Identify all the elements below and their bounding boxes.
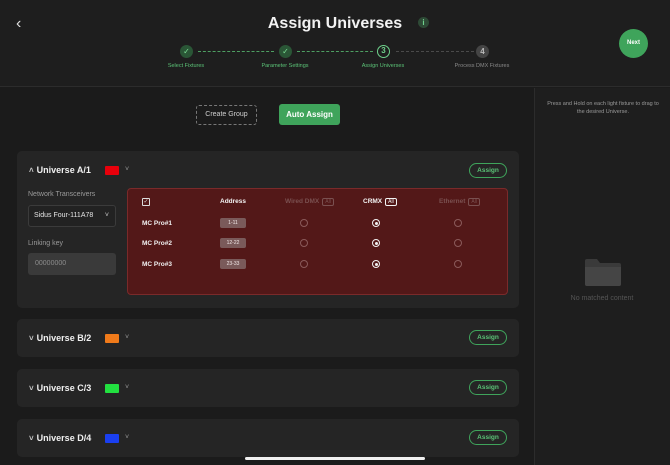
universe-d-color-swatch[interactable] [105, 434, 119, 443]
fixture-name: MC Pro#3 [142, 261, 172, 268]
wired-dmx-radio[interactable] [300, 239, 308, 247]
chevron-down-icon[interactable]: ˅ [125, 166, 129, 173]
ethernet-all-toggle[interactable]: All [468, 198, 480, 206]
universe-d-name: Universe D/4 [36, 433, 92, 443]
step-2-check-icon: ✓ [279, 45, 292, 58]
ethernet-header: Ethernet All [439, 198, 480, 206]
ethernet-label: Ethernet [439, 198, 466, 205]
universe-c-title[interactable]: ˅ Universe C/3 [29, 383, 91, 393]
fixture-table: ✓ Address Wired DMX All CRMX All Ethernet A… [127, 188, 508, 295]
chevron-down-icon[interactable]: ˅ [29, 334, 34, 343]
step-label: Assign Universes [361, 63, 405, 69]
top-bar: ‹ Assign Universes i Next ✓ ✓ 3 4 Select… [0, 0, 670, 87]
linking-key-input[interactable]: 00000000 [28, 253, 116, 275]
fixture-name: MC Pro#1 [142, 220, 172, 227]
create-group-button[interactable]: Create Group [196, 105, 257, 125]
wired-dmx-radio[interactable] [300, 260, 308, 268]
chevron-down-icon: ˅ [104, 212, 109, 219]
ethernet-radio[interactable] [454, 260, 462, 268]
auto-assign-button[interactable]: Auto Assign [279, 104, 340, 125]
universe-a-assign-button[interactable]: Assign [469, 163, 507, 178]
crmx-all-toggle[interactable]: All [385, 198, 397, 206]
step-connector [297, 51, 373, 52]
network-transceiver-select[interactable]: Sidus Four-111A78 ˅ [28, 205, 116, 227]
wired-dmx-label: Wired DMX [285, 198, 320, 205]
network-transceiver-value: Sidus Four-111A78 [34, 212, 94, 219]
chevron-down-icon[interactable]: ˅ [125, 384, 129, 391]
universe-c-color-swatch[interactable] [105, 384, 119, 393]
chevron-down-icon[interactable]: ˅ [29, 384, 34, 393]
crmx-header: CRMX All [363, 198, 397, 206]
fixture-address-badge: 23-33 [220, 259, 246, 269]
wired-dmx-all-toggle[interactable]: All [322, 198, 334, 206]
step-connector [198, 51, 274, 52]
folder-icon [585, 259, 621, 286]
chevron-down-icon[interactable]: ˅ [125, 434, 129, 441]
universe-a-name: Universe A/1 [36, 165, 91, 175]
universe-c-assign-button[interactable]: Assign [469, 380, 507, 395]
crmx-label: CRMX [363, 198, 383, 205]
universe-a-card: ˄ Universe A/1 ˅ Assign Network Transceiv… [17, 151, 519, 308]
universe-d-assign-button[interactable]: Assign [469, 430, 507, 445]
fixture-address-badge: 12-22 [220, 238, 246, 248]
empty-state-text: No matched content [570, 295, 634, 302]
crmx-radio[interactable] [372, 260, 380, 268]
universe-d-title[interactable]: ˅ Universe D/4 [29, 433, 91, 443]
step-label: Process DMX Fixtures [454, 63, 510, 69]
next-button[interactable]: Next [619, 29, 648, 58]
ethernet-radio[interactable] [454, 239, 462, 247]
fixture-address-badge: 1-11 [220, 218, 246, 228]
select-all-checkbox[interactable]: ✓ [142, 198, 150, 206]
step-4-indicator: 4 [476, 45, 489, 58]
wired-dmx-header: Wired DMX All [285, 198, 334, 206]
page-title: Assign Universes [267, 15, 403, 32]
network-transceivers-label: Network Transceivers [28, 191, 96, 198]
universe-c-name: Universe C/3 [36, 383, 92, 393]
universe-b-name: Universe B/2 [36, 333, 92, 343]
universe-b-assign-button[interactable]: Assign [469, 330, 507, 345]
info-icon[interactable]: i [418, 17, 429, 28]
step-connector [396, 51, 474, 52]
wired-dmx-radio[interactable] [300, 219, 308, 227]
crmx-radio[interactable] [372, 219, 380, 227]
step-label: Select Fixtures [167, 63, 205, 69]
chevron-down-icon[interactable]: ˅ [125, 334, 129, 341]
universe-b-card: ˅ Universe B/2 ˅ Assign [17, 319, 519, 357]
crmx-radio[interactable] [372, 239, 380, 247]
universe-d-card: ˅ Universe D/4 ˅ Assign [17, 419, 519, 457]
chevron-down-icon[interactable]: ˅ [29, 434, 34, 443]
step-3-indicator: 3 [377, 45, 390, 58]
universe-a-title[interactable]: ˄ Universe A/1 [29, 165, 91, 175]
drag-hint-text: Press and Hold on each light fixture to … [547, 101, 659, 115]
universe-c-card: ˅ Universe C/3 ˅ Assign [17, 369, 519, 407]
linking-key-label: Linking key [28, 240, 64, 247]
universe-b-color-swatch[interactable] [105, 334, 119, 343]
universe-a-color-swatch[interactable] [105, 166, 119, 175]
home-indicator[interactable] [245, 457, 425, 460]
fixture-name: MC Pro#2 [142, 240, 172, 247]
ethernet-radio[interactable] [454, 219, 462, 227]
chevron-up-icon[interactable]: ˄ [29, 166, 34, 175]
universe-b-title[interactable]: ˅ Universe B/2 [29, 333, 91, 343]
address-header: Address [220, 198, 247, 205]
step-1-check-icon: ✓ [180, 45, 193, 58]
step-label: Parameter Settings [261, 63, 309, 69]
